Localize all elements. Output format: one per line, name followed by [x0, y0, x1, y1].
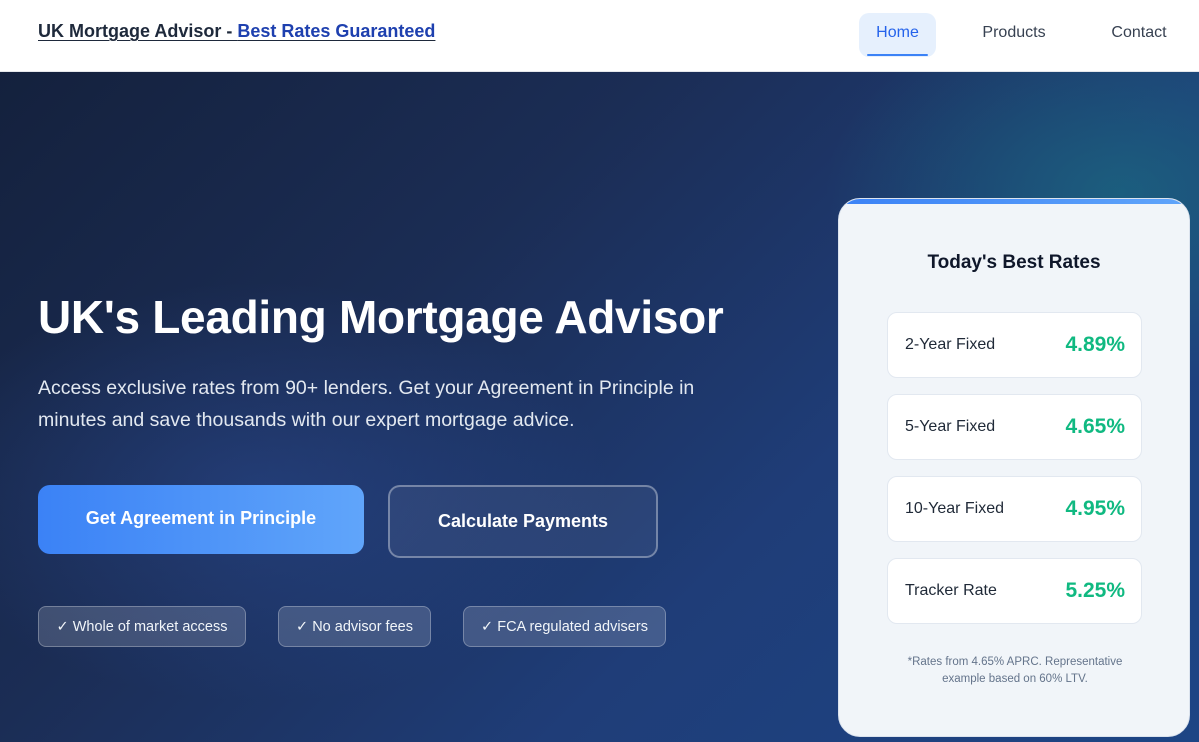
rate-label: 5-Year Fixed	[905, 418, 996, 435]
nav-contact[interactable]: Contact	[1099, 13, 1179, 57]
rate-row-2-year-fixed: 2-Year Fixed 4.89%	[887, 312, 1142, 378]
rate-label: Tracker Rate	[905, 582, 997, 599]
whole-of-market-badge: ✓ Whole of market access	[38, 606, 246, 647]
brand-prefix: UK Mortgage Advisor -	[38, 21, 238, 41]
card-accent-bar	[839, 199, 1189, 204]
fca-regulated-badge: ✓ FCA regulated advisers	[463, 606, 666, 647]
rate-row-10-year-fixed: 10-Year Fixed 4.95%	[887, 476, 1142, 542]
rate-value: 4.65%	[1065, 415, 1125, 438]
rate-value: 4.89%	[1065, 333, 1125, 356]
brand-accent: Best Rates Guaranteed	[237, 21, 436, 41]
nav-home-label: Home	[876, 24, 919, 41]
rate-row-tracker: Tracker Rate 5.25%	[887, 558, 1142, 624]
rate-value: 5.25%	[1065, 579, 1125, 602]
nav-products[interactable]: Products	[969, 13, 1059, 57]
get-agreement-button[interactable]: Get Agreement in Principle	[38, 485, 364, 554]
site-header: UK Mortgage Advisor - Best Rates Guarant…	[0, 0, 1199, 72]
best-rates-card: Today's Best Rates 2-Year Fixed 4.89% 5-…	[838, 198, 1190, 737]
brand-link[interactable]: UK Mortgage Advisor - Best Rates Guarant…	[38, 21, 435, 42]
rate-label: 2-Year Fixed	[905, 336, 996, 353]
rate-value: 4.95%	[1065, 497, 1125, 520]
nav-active-indicator	[867, 54, 928, 56]
no-fees-badge: ✓ No advisor fees	[278, 606, 431, 647]
hero-section: UK's Leading Mortgage Advisor Access exc…	[0, 72, 1199, 742]
hero-title: UK's Leading Mortgage Advisor	[38, 291, 724, 343]
rates-disclaimer: *Rates from 4.65% APRC. Representative e…	[907, 656, 1123, 685]
nav-home[interactable]: Home	[859, 13, 936, 57]
rate-label: 10-Year Fixed	[905, 500, 1005, 517]
rates-card-title: Today's Best Rates	[927, 252, 1101, 273]
rate-row-5-year-fixed: 5-Year Fixed 4.65%	[887, 394, 1142, 460]
calculate-payments-button[interactable]: Calculate Payments	[388, 485, 658, 558]
hero-subtitle: Access exclusive rates from 90+ lenders.…	[38, 377, 695, 431]
